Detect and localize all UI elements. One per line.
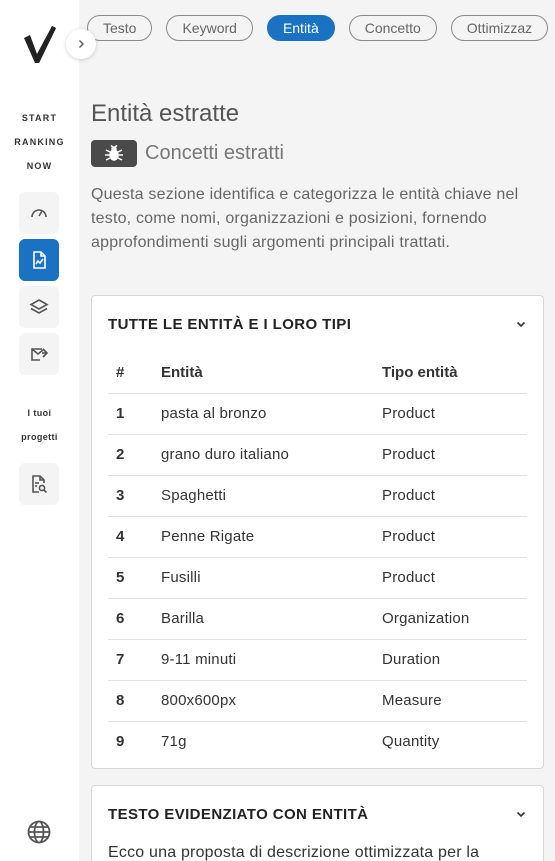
bug-icon bbox=[105, 144, 123, 161]
highlighted-text-card: TESTO EVIDENZIATO CON ENTITÀ Ecco una pr… bbox=[91, 785, 544, 861]
row-entity: Barilla bbox=[153, 598, 374, 640]
row-number: 5 bbox=[108, 557, 153, 599]
row-type: Organization bbox=[374, 598, 527, 640]
tab-ottimizzazione[interactable]: Ottimizzaz bbox=[450, 15, 549, 41]
nav-mail-button[interactable] bbox=[19, 333, 59, 375]
row-type: Product bbox=[374, 393, 527, 435]
table-row: 4 Penne Rigate Product bbox=[108, 516, 527, 558]
table-row: 1 pasta al bronzo Product bbox=[108, 393, 527, 435]
row-number: 1 bbox=[108, 393, 153, 435]
table-header-row: # Entità Tipo entità bbox=[108, 352, 527, 394]
globe-icon[interactable] bbox=[26, 819, 52, 845]
row-type: Duration bbox=[374, 639, 527, 681]
tab-concetto[interactable]: Concetto bbox=[348, 15, 437, 41]
sidebar: START RANKING NOW I tuoi progetti bbox=[0, 0, 79, 861]
nav-layers-button[interactable] bbox=[19, 286, 59, 328]
row-number: 2 bbox=[108, 434, 153, 476]
column-header-number: # bbox=[108, 352, 153, 394]
highlighted-card-title: TESTO EVIDENZIATO CON ENTITÀ bbox=[108, 805, 369, 823]
row-type: Measure bbox=[374, 680, 527, 722]
table-row: 6 Barilla Organization bbox=[108, 598, 527, 640]
row-entity: Spaghetti bbox=[153, 475, 374, 517]
entities-card: TUTTE LE ENTITÀ E I LORO TIPI # Entità T… bbox=[91, 295, 544, 769]
row-type: Product bbox=[374, 557, 527, 599]
entities-card-title: TUTTE LE ENTITÀ E I LORO TIPI bbox=[108, 315, 352, 333]
row-entity: 800x600px bbox=[153, 680, 374, 722]
row-number: 3 bbox=[108, 475, 153, 517]
chevron-down-icon[interactable] bbox=[515, 318, 527, 330]
row-entity: 71g bbox=[161, 733, 187, 751]
tab-entita[interactable]: Entità bbox=[266, 15, 335, 41]
row-number: 9 bbox=[116, 733, 125, 751]
row-entity: pasta al bronzo bbox=[153, 393, 374, 435]
sidebar-toggle-button[interactable] bbox=[66, 29, 96, 59]
concept-badge bbox=[91, 140, 137, 167]
highlighted-card-header[interactable]: TESTO EVIDENZIATO CON ENTITÀ bbox=[108, 786, 527, 842]
page-title: Entità estratte bbox=[91, 100, 240, 127]
row-type: Product bbox=[374, 434, 527, 476]
gauge-icon bbox=[31, 209, 47, 218]
nav-projects-button[interactable] bbox=[19, 463, 59, 505]
section-description: Questa sezione identifica e categorizza … bbox=[91, 186, 519, 251]
table-row: 5 Fusilli Product bbox=[108, 557, 527, 599]
column-header-entity: Entità bbox=[153, 352, 374, 394]
row-entity: Penne Rigate bbox=[153, 516, 374, 558]
brand-line-1: START bbox=[21, 113, 58, 123]
row-number: 8 bbox=[108, 680, 153, 722]
layers-icon bbox=[29, 299, 49, 314]
brand-line-2: RANKING bbox=[14, 137, 65, 147]
document-search-icon bbox=[32, 475, 48, 494]
chevron-down-icon[interactable] bbox=[515, 808, 527, 820]
entities-card-header[interactable]: TUTTE LE ENTITÀ E I LORO TIPI bbox=[108, 296, 527, 352]
row-type: Quantity bbox=[382, 733, 440, 751]
table-row: 3 Spaghetti Product bbox=[108, 475, 527, 517]
row-entity: grano duro italiano bbox=[153, 434, 374, 476]
row-type: Product bbox=[374, 475, 527, 517]
row-type: Product bbox=[374, 516, 527, 558]
table-row: 7 9-11 minuti Duration bbox=[108, 639, 527, 681]
projects-label-1: I tuoi bbox=[27, 408, 52, 418]
table-row: 8 800x600px Measure bbox=[108, 680, 527, 722]
document-chart-icon bbox=[33, 251, 46, 269]
entities-table: # Entità Tipo entità 1 pasta al bronzo P… bbox=[108, 352, 527, 762]
row-entity: Fusilli bbox=[153, 557, 374, 599]
projects-label-2: progetti bbox=[21, 432, 58, 442]
row-number: 4 bbox=[108, 516, 153, 558]
row-entity: 9-11 minuti bbox=[153, 639, 374, 681]
chevron-right-icon bbox=[79, 40, 84, 48]
row-number: 7 bbox=[108, 639, 153, 681]
main-content: Entità estratte Concetti estratti Questa… bbox=[79, 56, 555, 861]
brand-line-3: NOW bbox=[26, 161, 53, 171]
row-number: 6 bbox=[108, 598, 153, 640]
mail-share-icon bbox=[31, 348, 49, 361]
highlighted-text-content: Ecco una proposta di descrizione ottimiz… bbox=[108, 844, 480, 861]
table-row: 9 71g Quantity bbox=[108, 721, 527, 762]
page-subtitle: Concetti estratti bbox=[145, 142, 284, 164]
tab-keyword[interactable]: Keyword bbox=[166, 15, 253, 41]
table-row: 2 grano duro italiano Product bbox=[108, 434, 527, 476]
logo-icon[interactable] bbox=[22, 24, 58, 64]
tab-testo[interactable]: Testo bbox=[87, 15, 153, 41]
tab-bar: Testo Keyword Entità Concetto Ottimizzaz bbox=[87, 15, 549, 41]
column-header-type: Tipo entità bbox=[374, 352, 527, 394]
nav-dashboard-button[interactable] bbox=[19, 192, 59, 234]
nav-document-button[interactable] bbox=[19, 239, 59, 281]
subtitle-row: Concetti estratti bbox=[91, 140, 284, 167]
